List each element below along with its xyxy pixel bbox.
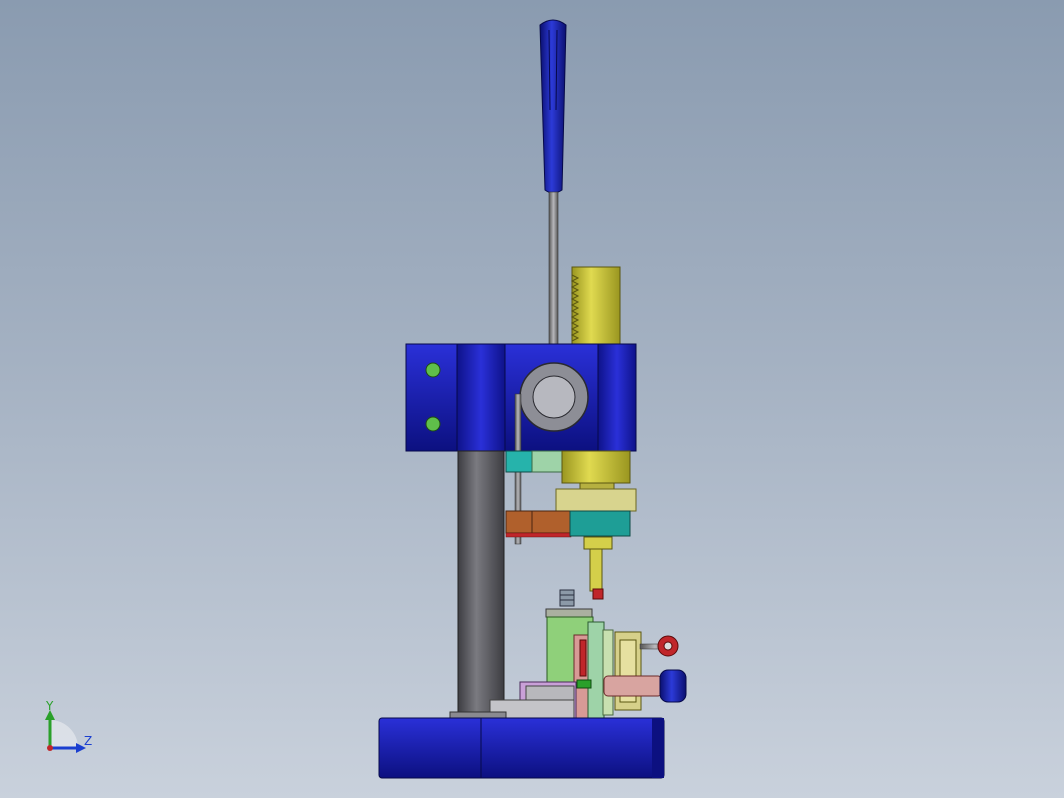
stripper-plate — [505, 510, 631, 538]
bolt-hole — [425, 416, 441, 432]
punch — [583, 536, 613, 600]
spring — [559, 589, 575, 607]
ram-collars — [555, 450, 637, 512]
lever-rod — [548, 191, 559, 345]
bolt-hole — [425, 362, 441, 378]
rack-cylinder — [570, 266, 621, 346]
column — [457, 450, 505, 714]
press-base — [378, 717, 665, 779]
coordinate-triad: Y Z — [45, 699, 92, 753]
press-machine-model[interactable]: Y Z — [0, 0, 1064, 798]
lever-handle-grip[interactable] — [539, 19, 567, 194]
graphics-viewport[interactable]: Y Z — [0, 0, 1064, 798]
y-axis-label: Y — [45, 699, 54, 713]
stopper-block — [505, 450, 569, 473]
z-axis-label: Z — [84, 734, 92, 748]
